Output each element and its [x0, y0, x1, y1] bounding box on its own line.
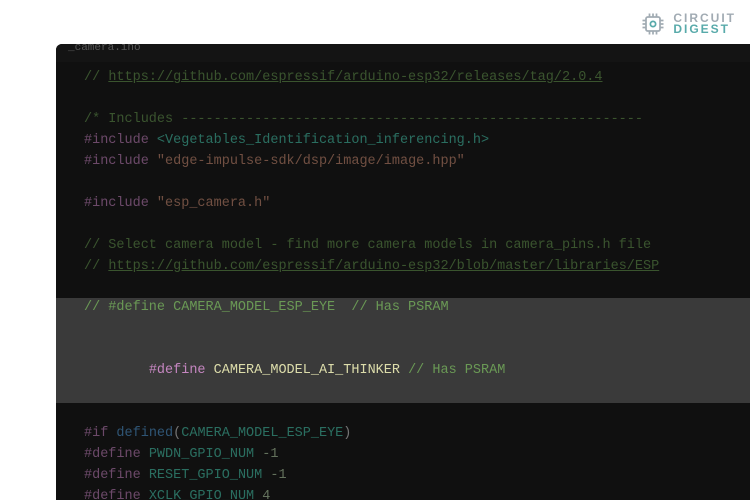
comment: // Has PSRAM [400, 363, 505, 378]
code-line: #define PWDN_GPIO_NUM -1 [56, 445, 750, 466]
include-path: "esp_camera.h" [157, 196, 270, 211]
code-line: // Select camera model - find more camer… [56, 236, 750, 257]
watermark-text: CIRCUIT DIGEST [673, 13, 736, 35]
code-line: #include "esp_camera.h" [56, 194, 750, 215]
url-link[interactable]: https://github.com/espressif/arduino-esp… [108, 70, 602, 85]
include-path: "edge-impulse-sdk/dsp/image/image.hpp" [157, 154, 465, 169]
code-line: // https://github.com/espressif/arduino-… [56, 68, 750, 89]
url-link[interactable]: https://github.com/espressif/arduino-esp… [108, 259, 659, 274]
preprocessor: #define [84, 489, 141, 500]
code-editor[interactable]: _camera.ino // https://github.com/espres… [56, 44, 750, 500]
include-path: <Vegetables_Identification_inferencing.h… [157, 133, 489, 148]
blank-line [56, 173, 750, 194]
chip-icon [639, 10, 667, 38]
blank-line [56, 277, 750, 298]
code-line: // #define CAMERA_MODEL_ESP_EYE // Has P… [56, 298, 750, 319]
tab-bar: _camera.ino [56, 44, 750, 62]
code-line: /* Includes ----------------------------… [56, 110, 750, 131]
preprocessor: #include [84, 133, 149, 148]
preprocessor: #define [84, 468, 141, 483]
preprocessor: #define [149, 363, 206, 378]
blank-line [56, 89, 750, 110]
code-line: #define RESET_GPIO_NUM -1 [56, 466, 750, 487]
blank-line [56, 403, 750, 424]
highlighted-region: // #define CAMERA_MODEL_ESP_EYE // Has P… [56, 298, 750, 403]
macro-name: PWDN_GPIO_NUM [149, 447, 254, 462]
comment: // #define CAMERA_MODEL_ESP_EYE // Has P… [84, 300, 449, 315]
code-line: #if defined(CAMERA_MODEL_ESP_EYE) [56, 424, 750, 445]
macro-name: CAMERA_MODEL_ESP_EYE [181, 426, 343, 441]
preprocessor: #include [84, 154, 149, 169]
macro-name: RESET_GPIO_NUM [149, 468, 262, 483]
code-line: #include <Vegetables_Identification_infe… [56, 131, 750, 152]
preprocessor: #if [84, 426, 108, 441]
comment: // [84, 70, 108, 85]
number: 4 [262, 489, 270, 500]
code-area[interactable]: // https://github.com/espressif/arduino-… [56, 62, 750, 500]
watermark-line2: DIGEST [673, 24, 736, 35]
macro-name: XCLK_GPIO_NUM [149, 489, 254, 500]
comment: /* Includes ----------------------------… [84, 112, 643, 127]
code-line: #include "edge-impulse-sdk/dsp/image/ima… [56, 152, 750, 173]
code-line: // https://github.com/espressif/arduino-… [56, 257, 750, 278]
number: -1 [270, 468, 286, 483]
code-line: #define XCLK_GPIO_NUM 4 [56, 487, 750, 500]
site-watermark: CIRCUIT DIGEST [639, 10, 736, 38]
comment: // Select camera model - find more camer… [84, 238, 651, 253]
code-line: #define CAMERA_MODEL_AI_THINKER // Has P… [56, 319, 750, 403]
keyword: defined [116, 426, 173, 441]
file-tab[interactable]: _camera.ino [60, 44, 149, 58]
blank-line [56, 215, 750, 236]
macro-name: CAMERA_MODEL_AI_THINKER [214, 363, 400, 378]
comment: // [84, 259, 108, 274]
number: -1 [262, 447, 278, 462]
preprocessor: #define [84, 447, 141, 462]
preprocessor: #include [84, 196, 149, 211]
